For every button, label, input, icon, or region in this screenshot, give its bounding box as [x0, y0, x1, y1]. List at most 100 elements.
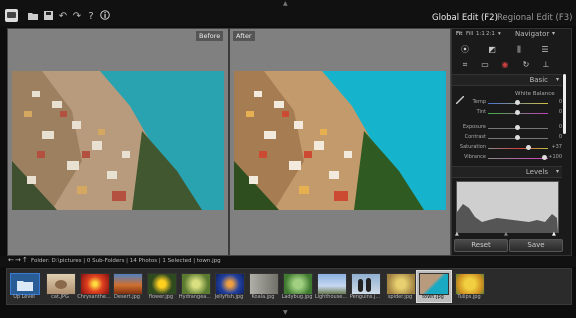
filmstrip-item-lighthouse[interactable] — [317, 273, 347, 295]
filmstrip-item-penguins[interactable] — [351, 273, 381, 295]
app-logo-icon[interactable] — [5, 9, 18, 22]
folder-path: Folder: D:\pictures | 0 Sub-Folders | 14… — [31, 258, 221, 264]
filmstrip-item-tulips[interactable] — [455, 273, 485, 295]
save-button[interactable]: Save — [509, 239, 563, 252]
crop-tool-icon[interactable]: ⌗ — [460, 60, 470, 70]
zoom-1-1[interactable]: 1:1 — [476, 31, 485, 37]
tint-label: Tint — [476, 109, 486, 115]
levels-header[interactable]: Levels ▾ — [452, 166, 562, 178]
tab-regional-edit[interactable]: Regional Edit (F3) — [497, 13, 572, 23]
rotate-tool-icon[interactable]: ↻ — [521, 60, 531, 70]
contrast-label: Contrast — [464, 134, 486, 140]
before-photo[interactable] — [12, 71, 224, 210]
filmstrip-label: cat.JPG — [51, 294, 69, 300]
align-tool-icon[interactable]: ☰ — [540, 45, 550, 55]
filmstrip-label: Hydrangea... — [178, 294, 212, 300]
straighten-tool-icon[interactable]: ⦿ — [460, 45, 470, 55]
before-label: Before — [196, 31, 224, 41]
saturation-track[interactable] — [488, 148, 548, 149]
collapse-top-arrow[interactable]: ▲ — [283, 0, 288, 7]
vibrance-slider[interactable]: Vibrance +100 — [456, 154, 564, 162]
tint-value: 0 — [558, 109, 562, 115]
saturation-label: Saturation — [459, 144, 486, 150]
saturation-slider[interactable]: Saturation +37 — [456, 144, 564, 152]
up-arrow-icon[interactable]: ↑ — [22, 256, 28, 264]
zoom-fill[interactable]: Fill — [466, 31, 473, 37]
basic-title: Basic — [529, 76, 548, 84]
temp-knob[interactable] — [515, 100, 520, 105]
zoom-fit[interactable]: Fit — [456, 31, 462, 37]
reset-button[interactable]: Reset — [454, 239, 508, 252]
basic-header[interactable]: Basic ▾ — [452, 74, 562, 86]
filmstrip-label: Ladybug.jpg — [281, 294, 313, 300]
tint-knob[interactable] — [515, 110, 520, 115]
filmstrip-label: Koala.jpg — [251, 294, 275, 300]
levels-histogram[interactable] — [456, 181, 559, 233]
filmstrip-label: Tulips.jpg — [457, 294, 481, 300]
eyedropper-icon[interactable] — [455, 89, 465, 105]
filmstrip-label: spider.jpg — [387, 294, 413, 300]
filmstrip-label-selected: town.jpg — [422, 294, 444, 300]
filmstrip-item-cat[interactable] — [46, 273, 76, 295]
redo-icon[interactable]: ↷ — [70, 10, 84, 24]
collapse-bottom-arrow[interactable]: ▼ — [283, 309, 288, 316]
back-arrow-icon[interactable]: ← — [8, 256, 14, 264]
vibrance-knob[interactable] — [542, 155, 547, 160]
navigator-collapse-icon[interactable]: ▾ — [552, 30, 555, 37]
flip-tool-icon[interactable]: ⫼ — [514, 45, 524, 55]
exposure-value: 0 — [558, 124, 562, 130]
filmstrip-label: Chrysanthe... — [77, 294, 111, 300]
filmstrip-item-desert[interactable] — [113, 273, 143, 295]
levels-black-point[interactable]: ▲ — [455, 231, 459, 237]
tint-slider[interactable]: Tint 0 — [456, 109, 564, 117]
navigator-title[interactable]: Navigator — [515, 30, 549, 38]
filmstrip-item-hydrangeas[interactable] — [181, 273, 211, 295]
filmstrip-item-chrysanthemum[interactable] — [80, 273, 110, 295]
levels-title: Levels — [525, 168, 548, 176]
saturation-knob[interactable] — [526, 145, 531, 150]
save-icon[interactable] — [41, 11, 55, 25]
perspective-tool-icon[interactable]: ◩ — [487, 45, 497, 55]
forward-arrow-icon[interactable]: → — [15, 256, 21, 264]
levels-white-point[interactable]: ▲ — [552, 231, 556, 237]
undo-icon[interactable]: ↶ — [56, 10, 70, 24]
temp-value: 0 — [558, 99, 562, 105]
resize-tool-icon[interactable]: ▭ — [478, 60, 492, 70]
folder-icon[interactable] — [26, 11, 40, 25]
filmstrip-item-koala[interactable] — [249, 273, 279, 295]
exposure-label: Exposure — [462, 124, 486, 130]
red-eye-tool-icon[interactable]: ◉ — [500, 60, 510, 70]
levels-collapse-icon[interactable]: ▾ — [556, 168, 559, 175]
contrast-slider[interactable]: Contrast 0 — [456, 134, 564, 142]
filmstrip-label: Jellyfish.jpg — [214, 294, 244, 300]
help-icon[interactable]: ? — [84, 10, 98, 24]
filmstrip-item-jellyfish[interactable] — [215, 273, 245, 295]
vibrance-track[interactable] — [488, 158, 548, 159]
saturation-value: +37 — [551, 144, 562, 150]
filmstrip-item-spider[interactable] — [386, 273, 416, 295]
contrast-knob[interactable] — [515, 135, 520, 140]
contrast-value: 0 — [558, 134, 562, 140]
filmstrip-item-ladybug[interactable] — [283, 273, 313, 295]
compare-divider[interactable] — [228, 28, 230, 255]
filmstrip-label: flower.jpg — [148, 294, 174, 300]
zoom-more-icon[interactable]: ▾ — [498, 31, 501, 37]
vibrance-label: Vibrance — [464, 154, 486, 160]
zoom-2-1[interactable]: 2:1 — [486, 31, 495, 37]
levels-mid-point[interactable]: ▲ — [504, 231, 508, 237]
tab-global-edit[interactable]: Global Edit (F2) — [432, 13, 498, 23]
temp-slider[interactable]: Temp 0 — [456, 99, 564, 107]
exposure-slider[interactable]: Exposure 0 — [456, 124, 564, 132]
filmstrip-label: Penguins.j... — [349, 294, 381, 300]
exposure-knob[interactable] — [515, 125, 520, 130]
stamp-tool-icon[interactable]: ⊥ — [541, 60, 551, 70]
filmstrip-item-up-level[interactable] — [10, 273, 40, 295]
filmstrip-label: Lighthouse... — [314, 294, 348, 300]
filmstrip-item-town[interactable] — [419, 273, 449, 295]
after-photo[interactable] — [234, 71, 446, 210]
vibrance-value: +100 — [548, 154, 562, 160]
basic-collapse-icon[interactable]: ▾ — [556, 76, 559, 83]
info-icon[interactable] — [98, 10, 112, 24]
filmstrip-item-flower[interactable] — [147, 273, 177, 295]
navigator-header: Fit Fill 1:1 2:1 ▾ Navigator ▾ — [452, 29, 562, 39]
